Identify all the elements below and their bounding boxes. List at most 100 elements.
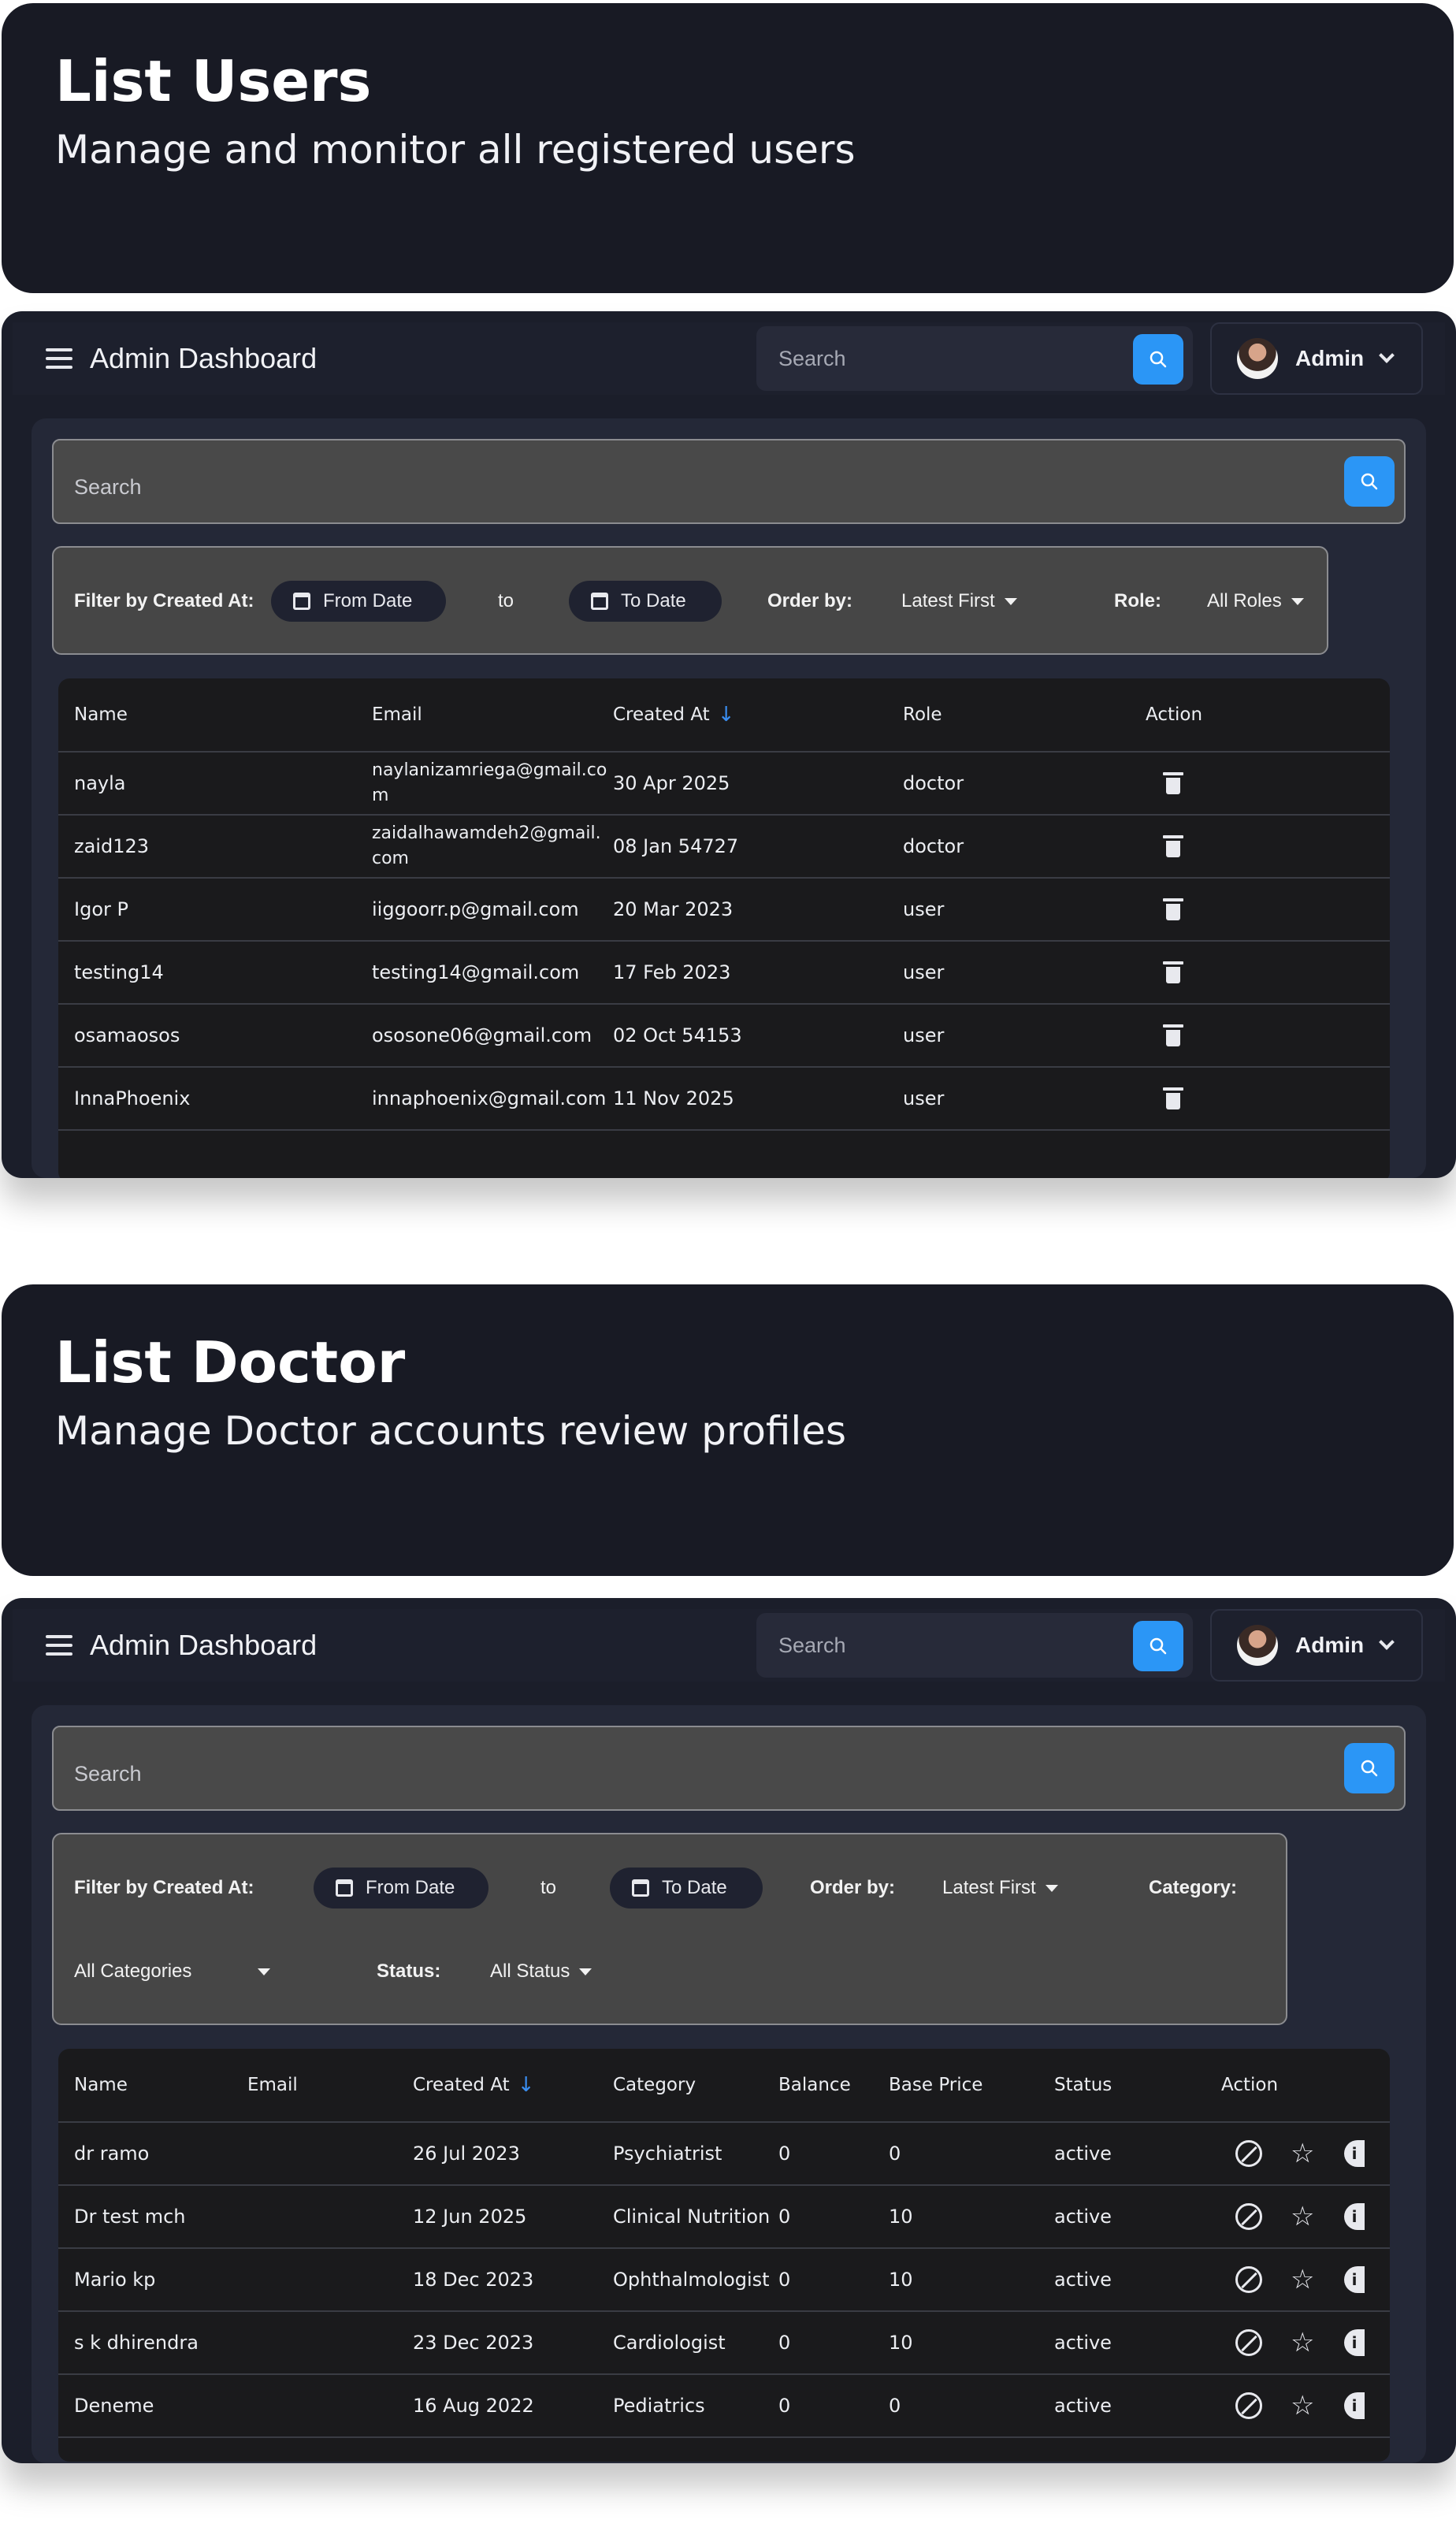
top-search-input[interactable]	[756, 346, 1103, 371]
column-header[interactable]: Name	[74, 678, 128, 751]
main-search-button[interactable]	[1344, 1743, 1395, 1793]
table-row[interactable]: Deneme 16 Aug 2022 Pediatrics 0 0 active…	[58, 2375, 1390, 2438]
column-header[interactable]: Email	[372, 678, 422, 751]
table-row[interactable]: Mario kp 18 Dec 2023 Ophthalmologist 0 1…	[58, 2249, 1390, 2312]
delete-action[interactable]	[1163, 942, 1183, 1003]
ban-icon[interactable]	[1235, 2329, 1262, 2356]
column-header[interactable]: Name	[74, 2049, 128, 2121]
star-icon[interactable]: ☆	[1291, 2329, 1314, 2356]
role-select[interactable]: All Roles	[1207, 590, 1304, 612]
star-icon[interactable]: ☆	[1291, 2203, 1314, 2230]
trash-icon[interactable]	[1163, 961, 1183, 983]
table-row[interactable]: osamaosos ososone06@gmail.com 02 Oct 541…	[58, 1005, 1390, 1068]
info-action[interactable]: i	[1344, 2186, 1365, 2247]
ban-icon[interactable]	[1235, 2140, 1262, 2167]
role-label: Role:	[1114, 590, 1161, 611]
column-header[interactable]: Base Price	[889, 2049, 982, 2121]
top-search-input[interactable]	[756, 1633, 1103, 1658]
ban-icon[interactable]	[1235, 2266, 1262, 2293]
info-icon[interactable]: i	[1344, 2266, 1365, 2293]
to-date-button[interactable]: To Date	[569, 581, 722, 622]
column-header[interactable]: Category	[613, 2049, 696, 2121]
to-label: to	[540, 1877, 557, 1898]
info-icon[interactable]: i	[1344, 2329, 1365, 2356]
caret-down-icon	[1291, 598, 1304, 606]
from-date-button[interactable]: From Date	[271, 581, 446, 622]
hero-subtitle: Manage and monitor all registered users	[55, 127, 856, 173]
category-select[interactable]: All Categories	[74, 1961, 303, 1983]
ban-icon[interactable]	[1235, 2392, 1262, 2419]
table-row[interactable]: zaid123 zaidalhawamdeh2@gmail.com 08 Jan…	[58, 816, 1390, 879]
ban-action[interactable]	[1235, 2186, 1262, 2247]
cell-email: naylanizamriega@gmail.com	[372, 760, 607, 805]
favorite-action[interactable]: ☆	[1291, 2312, 1314, 2373]
star-icon[interactable]: ☆	[1291, 2140, 1314, 2167]
table-row[interactable]: s k dhirendra 23 Dec 2023 Cardiologist 0…	[58, 2312, 1390, 2375]
cell-category: Cardiologist	[613, 2332, 726, 2354]
trash-icon[interactable]	[1163, 1087, 1183, 1109]
order-by-select[interactable]: Latest First	[901, 590, 1017, 612]
profile-menu[interactable]: Admin	[1210, 322, 1423, 395]
info-icon[interactable]: i	[1344, 2140, 1365, 2167]
created-at-header[interactable]: Created At ↓	[413, 2049, 534, 2121]
table-row[interactable]: nayla naylanizamriega@gmail.com 30 Apr 2…	[58, 753, 1390, 816]
info-action[interactable]: i	[1344, 2375, 1365, 2436]
table-row[interactable]: InnaPhoenix innaphoenix@gmail.com 11 Nov…	[58, 1068, 1390, 1131]
delete-action[interactable]	[1163, 1068, 1183, 1129]
delete-action[interactable]	[1163, 753, 1183, 814]
column-header[interactable]: Role	[903, 678, 942, 751]
ban-action[interactable]	[1235, 2249, 1262, 2310]
favorite-action[interactable]: ☆	[1291, 2249, 1314, 2310]
table-row[interactable]: Dr test mch 12 Jun 2025 Clinical Nutriti…	[58, 2186, 1390, 2249]
main-search-input[interactable]	[74, 1762, 1020, 1786]
column-header[interactable]: Balance	[778, 2049, 851, 2121]
created-at-header[interactable]: Created At ↓	[613, 678, 734, 751]
delete-action[interactable]	[1163, 879, 1183, 940]
delete-action[interactable]	[1163, 816, 1183, 877]
trash-icon[interactable]	[1163, 898, 1183, 920]
favorite-action[interactable]: ☆	[1291, 2186, 1314, 2247]
favorite-action[interactable]: ☆	[1291, 2375, 1314, 2436]
info-icon[interactable]: i	[1344, 2392, 1365, 2419]
ban-action[interactable]	[1235, 2375, 1262, 2436]
favorite-action[interactable]: ☆	[1291, 2123, 1314, 2184]
from-date-button[interactable]: From Date	[314, 1868, 488, 1908]
ban-icon[interactable]	[1235, 2203, 1262, 2230]
menu-icon[interactable]	[46, 348, 72, 369]
ban-action[interactable]	[1235, 2312, 1262, 2373]
info-action[interactable]: i	[1344, 2312, 1365, 2373]
info-action[interactable]: i	[1344, 2249, 1365, 2310]
delete-action[interactable]	[1163, 1005, 1183, 1066]
trash-icon[interactable]	[1163, 1024, 1183, 1046]
table-row[interactable]: Igor P iiggoorr.p@gmail.com 20 Mar 2023 …	[58, 879, 1390, 942]
cell-balance: 0	[778, 2143, 791, 2165]
table-row[interactable]: dr ramo 26 Jul 2023 Psychiatrist 0 0 act…	[58, 2123, 1390, 2186]
info-icon[interactable]: i	[1344, 2203, 1365, 2230]
cell-email: ososone06@gmail.com	[372, 1024, 592, 1046]
main-search-button[interactable]	[1344, 456, 1395, 507]
trash-icon[interactable]	[1163, 772, 1183, 794]
star-icon[interactable]: ☆	[1291, 2266, 1314, 2293]
top-search-button[interactable]	[1133, 1621, 1183, 1671]
trash-icon[interactable]	[1163, 835, 1183, 857]
category-label: Category:	[1149, 1877, 1238, 1898]
order-by-select[interactable]: Latest First	[942, 1877, 1058, 1899]
cell-base-price: 10	[889, 2269, 913, 2291]
to-date-button[interactable]: To Date	[610, 1868, 763, 1908]
status-select[interactable]: All Status	[490, 1961, 592, 1983]
main-search-input[interactable]	[74, 475, 1020, 500]
profile-menu[interactable]: Admin	[1210, 1609, 1423, 1682]
cell-name: Dr test mch	[74, 2206, 186, 2228]
star-icon[interactable]: ☆	[1291, 2392, 1314, 2419]
from-date-label: From Date	[366, 1877, 455, 1898]
info-action[interactable]: i	[1344, 2123, 1365, 2184]
menu-icon[interactable]	[46, 1635, 72, 1656]
content-panel: Filter by Created At: From Date to To Da…	[32, 418, 1426, 1178]
table-header: Name Email Created At ↓ Role Action	[58, 678, 1390, 753]
column-header[interactable]: Status	[1054, 2049, 1112, 2121]
table-row[interactable]: testing14 testing14@gmail.com 17 Feb 202…	[58, 942, 1390, 1005]
column-header[interactable]: Email	[247, 2049, 298, 2121]
top-search-button[interactable]	[1133, 334, 1183, 385]
ban-action[interactable]	[1235, 2123, 1262, 2184]
status-label: Status:	[377, 1961, 441, 1982]
